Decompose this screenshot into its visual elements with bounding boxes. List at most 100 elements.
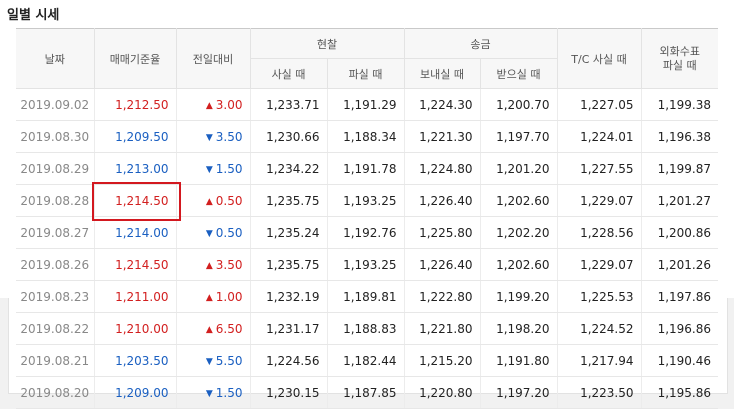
transfer-send-cell: 1,215.20 [403, 344, 480, 377]
triangle-down-icon: ▼ [205, 356, 213, 367]
date-cell: 2019.09.02 [16, 88, 94, 121]
transfer-receive-cell: 1,197.20 [479, 376, 557, 409]
table-row: 2019.08.22 1,210.00 ▲ 6.50 1,231.17 1,188.83 1… [16, 312, 718, 345]
base-rate-cell: 1,209.00 [93, 376, 176, 409]
cash-buy-cell: 1,235.75 [249, 184, 327, 217]
change-value: 1.50 [215, 385, 243, 400]
base-rate-value: 1,209.50 [115, 129, 169, 144]
base-rate-value: 1,214.00 [115, 225, 169, 240]
date-cell: 2019.08.20 [16, 376, 94, 409]
change-value: 0.50 [215, 193, 243, 208]
tc-buy-cell: 1,224.01 [556, 120, 641, 153]
tc-buy-cell: 1,228.56 [556, 216, 641, 249]
triangle-down-icon: ▼ [205, 388, 213, 399]
foreign-check-sell-cell: 1,195.86 [640, 376, 718, 409]
tc-buy-cell: 1,229.07 [556, 184, 641, 217]
date-cell: 2019.08.23 [16, 280, 94, 313]
change-value: 1.50 [215, 161, 243, 176]
foreign-check-sell-cell: 1,200.86 [640, 216, 718, 249]
base-rate-cell: 1,203.50 [93, 344, 176, 377]
change-cell: ▲ 3.00 [175, 88, 250, 121]
cash-buy-cell: 1,232.19 [249, 280, 327, 313]
transfer-receive-cell: 1,198.20 [479, 312, 557, 345]
transfer-send-cell: 1,226.40 [403, 248, 480, 281]
cash-buy-cell: 1,231.17 [249, 312, 327, 345]
cash-sell-cell: 1,192.76 [326, 216, 404, 249]
base-rate-cell: 1,214.50 [93, 248, 176, 281]
tc-buy-cell: 1,223.50 [556, 376, 641, 409]
base-rate-value: 1,211.00 [115, 289, 169, 304]
base-rate-value: 1,210.00 [115, 321, 169, 336]
triangle-up-icon: ▲ [205, 260, 213, 271]
transfer-send-cell: 1,226.40 [403, 184, 480, 217]
header-cash: 현찰 [249, 28, 405, 59]
change-cell: ▲ 1.00 [175, 280, 250, 313]
transfer-send-cell: 1,222.80 [403, 280, 480, 313]
foreign-check-sell-cell: 1,190.46 [640, 344, 718, 377]
foreign-check-sell-cell: 1,199.87 [640, 152, 718, 185]
date-cell: 2019.08.22 [16, 312, 94, 345]
transfer-send-cell: 1,220.80 [403, 376, 480, 409]
rates-body: 2019.09.02 1,212.50 ▲ 3.00 1,233.71 1,191.29 1… [16, 88, 718, 409]
transfer-send-cell: 1,224.30 [403, 88, 480, 121]
transfer-receive-cell: 1,200.70 [479, 88, 557, 121]
foreign-check-sell-cell: 1,196.86 [640, 312, 718, 345]
table-row: 2019.08.27 1,214.00 ▼ 0.50 1,235.24 1,192.76 1… [16, 216, 718, 249]
cash-buy-cell: 1,233.71 [249, 88, 327, 121]
cash-sell-cell: 1,188.34 [326, 120, 404, 153]
date-cell: 2019.08.26 [16, 248, 94, 281]
cash-sell-cell: 1,189.81 [326, 280, 404, 313]
transfer-receive-cell: 1,202.20 [479, 216, 557, 249]
header-transfer: 송금 [403, 28, 558, 59]
header-cash-sell: 파실 때 [326, 58, 405, 89]
transfer-receive-cell: 1,191.80 [479, 344, 557, 377]
cash-buy-cell: 1,230.15 [249, 376, 327, 409]
base-rate-cell: 1,212.50 [93, 88, 176, 121]
change-value: 5.50 [215, 353, 243, 368]
cash-buy-cell: 1,230.66 [249, 120, 327, 153]
change-value: 1.00 [215, 289, 243, 304]
transfer-receive-cell: 1,199.20 [479, 280, 557, 313]
header-transfer-send: 보내실 때 [403, 58, 481, 89]
base-rate-cell: 1,210.00 [93, 312, 176, 345]
cash-buy-cell: 1,235.75 [249, 248, 327, 281]
change-cell: ▲ 6.50 [175, 312, 250, 345]
date-cell: 2019.08.29 [16, 152, 94, 185]
tc-buy-cell: 1,227.55 [556, 152, 641, 185]
base-rate-value: 1,209.00 [115, 385, 169, 400]
cash-buy-cell: 1,235.24 [249, 216, 327, 249]
change-cell: ▼ 3.50 [175, 120, 250, 153]
tc-buy-cell: 1,229.07 [556, 248, 641, 281]
base-rate-value: 1,203.50 [115, 353, 169, 368]
change-value: 3.50 [215, 129, 243, 144]
transfer-receive-cell: 1,197.70 [479, 120, 557, 153]
header-foreign-check-line1: 외화수표 [659, 44, 700, 58]
header-foreign-check-line2: 파실 때 [662, 58, 697, 72]
triangle-up-icon: ▲ [205, 324, 213, 335]
table-row: 2019.08.30 1,209.50 ▼ 3.50 1,230.66 1,188.34 1… [16, 120, 718, 153]
triangle-down-icon: ▼ [205, 228, 213, 239]
cash-sell-cell: 1,182.44 [326, 344, 404, 377]
transfer-receive-cell: 1,202.60 [479, 184, 557, 217]
base-rate-value: 1,214.50 [115, 193, 169, 208]
triangle-up-icon: ▲ [205, 100, 213, 111]
foreign-check-sell-cell: 1,197.86 [640, 280, 718, 313]
foreign-check-sell-cell: 1,196.38 [640, 120, 718, 153]
cash-sell-cell: 1,191.78 [326, 152, 404, 185]
base-rate-value: 1,213.00 [115, 161, 169, 176]
daily-rates-table: 날짜 매매기준율 전일대비 현찰 송금 T/C 사실 때 외화수표 파실 때 사실… [16, 28, 718, 409]
change-value: 3.50 [215, 257, 243, 272]
header-foreign-check-sell: 외화수표 파실 때 [640, 28, 718, 89]
table-row: 2019.08.28 1,214.50 ▲ 0.50 1,235.75 1,193.25 1… [16, 182, 718, 221]
transfer-receive-cell: 1,202.60 [479, 248, 557, 281]
header-cash-buy: 사실 때 [249, 58, 328, 89]
date-cell: 2019.08.21 [16, 344, 94, 377]
tc-buy-cell: 1,227.05 [556, 88, 641, 121]
transfer-receive-cell: 1,201.20 [479, 152, 557, 185]
change-cell: ▲ 0.50 [175, 184, 250, 217]
base-rate-cell: 1,209.50 [93, 120, 176, 153]
base-rate-cell: 1,211.00 [93, 280, 176, 313]
change-cell: ▲ 3.50 [175, 248, 250, 281]
change-cell: ▼ 5.50 [175, 344, 250, 377]
transfer-send-cell: 1,221.30 [403, 120, 480, 153]
